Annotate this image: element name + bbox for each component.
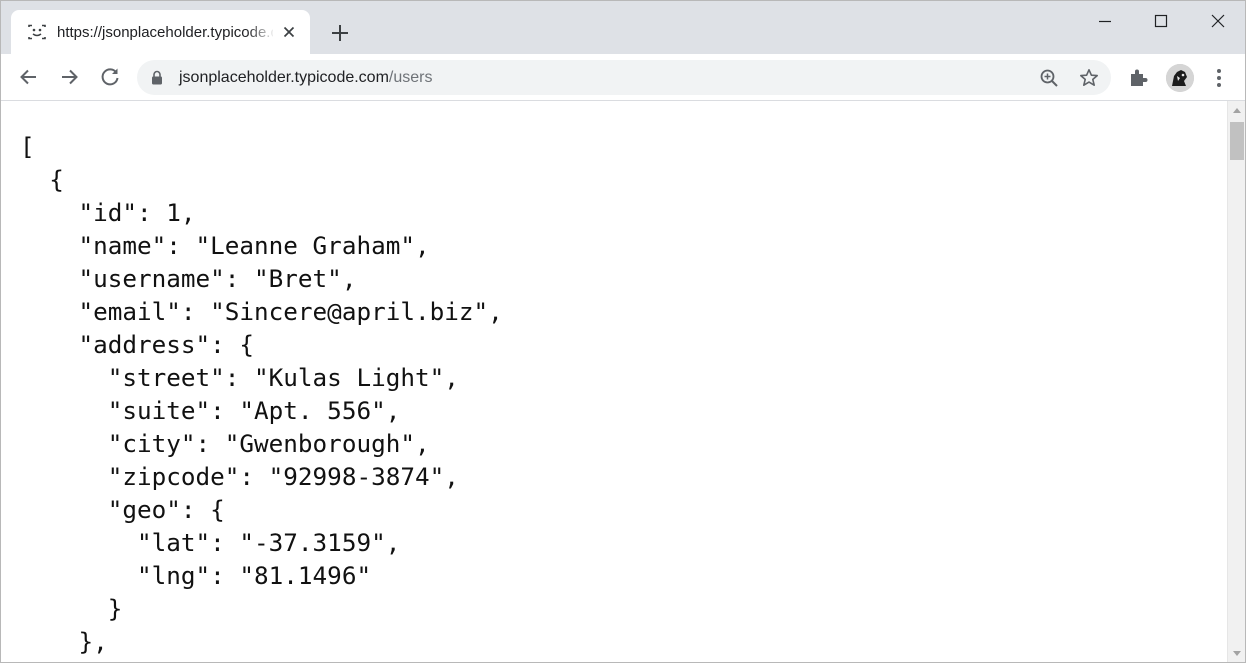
json-line: "name": "Leanne Graham", [20, 231, 430, 260]
star-icon[interactable] [1079, 68, 1099, 88]
json-line: [ [20, 132, 35, 161]
extensions-icon[interactable] [1127, 66, 1151, 90]
json-line: "lat": "-37.3159", [20, 528, 401, 557]
lock-icon[interactable] [151, 70, 163, 85]
maximize-button[interactable] [1133, 1, 1189, 41]
tab-title: https://jsonplaceholder.typicode.com/use… [57, 24, 273, 41]
json-line: "email": "Sincere@april.biz", [20, 297, 503, 326]
scroll-up-arrow-icon[interactable] [1233, 108, 1241, 113]
avatar[interactable] [1166, 64, 1194, 92]
maximize-icon [1154, 14, 1168, 28]
zoom-icon[interactable] [1039, 68, 1059, 88]
new-tab-icon[interactable] [327, 20, 353, 46]
close-icon[interactable] [281, 24, 297, 40]
braces-favicon-icon [28, 24, 46, 40]
page-content: [ { "id": 1, "name": "Leanne Graham", "u… [1, 101, 1227, 662]
json-view: [ { "id": 1, "name": "Leanne Graham", "u… [20, 130, 503, 658]
close-window-button[interactable] [1190, 1, 1245, 41]
json-line: "username": "Bret", [20, 264, 357, 293]
json-line: "city": "Gwenborough", [20, 429, 430, 458]
url-host: jsonplaceholder.typicode.com [179, 69, 389, 86]
json-line: "suite": "Apt. 556", [20, 396, 401, 425]
url-text[interactable]: jsonplaceholder.typicode.com/users [179, 68, 432, 88]
json-line: "lng": "81.1496" [20, 561, 372, 590]
reload-icon[interactable] [97, 64, 123, 90]
minimize-button[interactable] [1077, 1, 1133, 41]
close-icon [1211, 14, 1225, 28]
toolbar: jsonplaceholder.typicode.com/users [1, 54, 1245, 101]
json-line: "address": { [20, 330, 255, 359]
json-line: "geo": { [20, 495, 225, 524]
back-icon[interactable] [16, 64, 42, 90]
vertical-scrollbar[interactable] [1227, 101, 1245, 662]
address-bar[interactable]: jsonplaceholder.typicode.com/users [137, 60, 1111, 95]
json-line: } [20, 594, 123, 623]
scrollbar-thumb[interactable] [1230, 122, 1244, 160]
json-line: "id": 1, [20, 198, 196, 227]
scroll-down-arrow-icon[interactable] [1233, 651, 1241, 656]
browser-window: https://jsonplaceholder.typicode.com/use… [0, 0, 1246, 663]
json-line: { [20, 165, 64, 194]
minimize-icon [1099, 20, 1111, 23]
tab-title-fade [247, 20, 275, 44]
json-line: "zipcode": "92998-3874", [20, 462, 459, 491]
tab-strip: https://jsonplaceholder.typicode.com/use… [1, 1, 1245, 54]
profile-icon [1166, 64, 1194, 92]
menu-icon[interactable] [1208, 66, 1230, 90]
json-line: }, [20, 627, 108, 656]
json-line: "street": "Kulas Light", [20, 363, 459, 392]
forward-icon[interactable] [56, 64, 82, 90]
url-path: /users [388, 69, 433, 86]
tab-users[interactable]: https://jsonplaceholder.typicode.com/use… [11, 10, 310, 54]
